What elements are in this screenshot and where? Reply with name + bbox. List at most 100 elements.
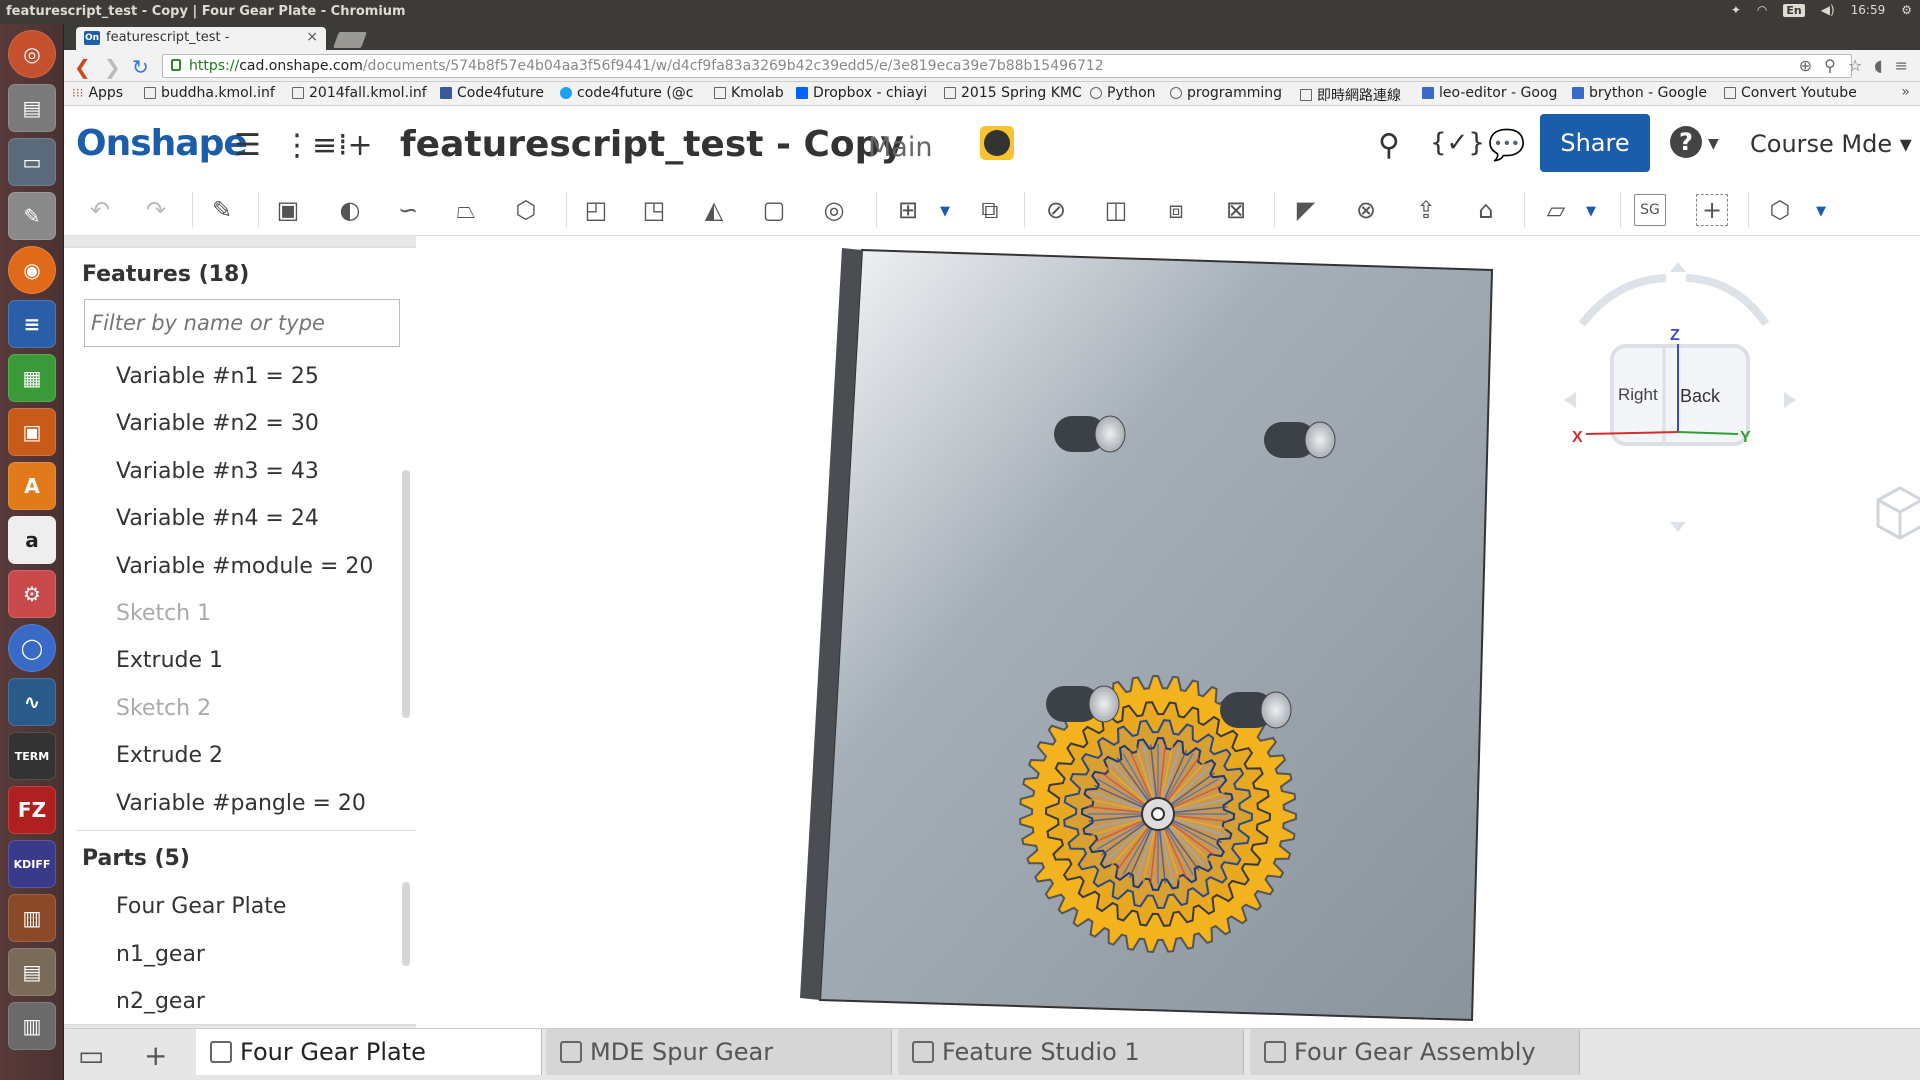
feature-item[interactable]: Variable #pangle = 20 — [116, 791, 366, 816]
bookmark-apps[interactable]: ⁝⁝⁝ Apps — [72, 85, 123, 101]
shell-icon[interactable]: ▢ — [758, 194, 790, 226]
menu-icon[interactable]: ≡ — [1895, 56, 1908, 75]
help-caret-icon[interactable]: ▼ — [1708, 136, 1719, 152]
power-gear-icon[interactable]: ⚙ — [1901, 3, 1912, 17]
dropbox-icon[interactable]: ✦ — [1731, 3, 1741, 17]
hamburger-menu-icon[interactable]: ☰ — [234, 128, 261, 163]
part-item[interactable]: n1_gear — [116, 942, 205, 967]
document-tab[interactable]: MDE Spur Gear — [546, 1029, 892, 1075]
feature-item[interactable]: Variable #n2 = 30 — [116, 411, 319, 436]
trash-icon[interactable]: ▥ — [8, 1002, 56, 1050]
view-caret-icon[interactable]: ▼ — [1816, 204, 1826, 219]
thicken-icon[interactable]: ⬡ — [510, 194, 542, 226]
tab-manager-icon[interactable]: ▭ — [78, 1039, 104, 1072]
reload-icon[interactable]: ↻ — [132, 55, 149, 79]
filter-input[interactable] — [84, 299, 400, 347]
bookmark-item[interactable]: Convert Youtube — [1724, 85, 1857, 101]
features-scrollbar[interactable] — [402, 470, 410, 718]
peg[interactable] — [1046, 685, 1120, 723]
feature-item[interactable]: Variable #n4 = 24 — [116, 506, 319, 531]
transform-icon[interactable]: ⧈ — [1160, 194, 1192, 226]
bookmark-item[interactable]: 2014fall.kmol.inf — [292, 85, 427, 101]
rotate-left-arrow-icon[interactable] — [1578, 274, 1667, 327]
sg-feature-button[interactable]: SG — [1634, 194, 1666, 226]
public-globe-icon[interactable] — [980, 126, 1014, 160]
sketch-icon[interactable]: ✎ — [206, 194, 238, 226]
share-button[interactable]: Share — [1540, 114, 1650, 172]
help-icon[interactable]: ? — [1670, 126, 1702, 158]
add-custom-feature-icon[interactable]: + — [1696, 194, 1728, 226]
new-tab-button[interactable] — [333, 32, 367, 48]
insert-icon[interactable]: ⁞+ — [338, 128, 373, 163]
bookmark-item[interactable]: Python — [1090, 85, 1156, 101]
move-face-icon[interactable]: ⇪ — [1410, 194, 1442, 226]
chamfer-icon[interactable]: ◳ — [638, 194, 670, 226]
bookmark-item[interactable]: leo-editor - Goog — [1422, 85, 1557, 101]
redo-icon[interactable]: ↷ — [140, 194, 172, 226]
comments-icon[interactable]: 💬 — [1488, 128, 1525, 163]
software-center-icon[interactable]: A — [8, 462, 56, 510]
document-tab[interactable]: Four Gear Assembly — [1250, 1029, 1580, 1075]
extrude-icon[interactable]: ▣ — [272, 194, 304, 226]
clock[interactable]: 16:59 — [1851, 3, 1886, 17]
split-icon[interactable]: ◫ — [1100, 194, 1132, 226]
bookmark-item[interactable]: programming — [1170, 85, 1282, 101]
boolean-icon[interactable]: ⊘ — [1040, 194, 1072, 226]
plane-caret-icon[interactable]: ▼ — [1586, 204, 1596, 219]
bookmark-item[interactable]: Dropbox - chiayi — [796, 85, 927, 101]
feature-item[interactable]: Extrude 1 — [116, 648, 223, 673]
firefox-icon[interactable]: ◉ — [8, 246, 56, 294]
graphics-viewport[interactable]: Right Back Z X Y — [416, 236, 1920, 1028]
close-tab-icon[interactable]: × — [306, 29, 318, 45]
delete-face-icon[interactable]: ⊗ — [1350, 194, 1382, 226]
feature-item[interactable]: Variable #n3 = 43 — [116, 459, 319, 484]
replace-face-icon[interactable]: ⌂ — [1470, 194, 1502, 226]
part-item[interactable]: n2_gear — [116, 989, 205, 1014]
peg[interactable] — [1054, 415, 1126, 453]
chromium-icon[interactable]: ◯ — [8, 624, 56, 672]
app2-icon[interactable]: ▤ — [8, 948, 56, 996]
forward-icon[interactable]: ❯ — [104, 55, 121, 79]
feature-item[interactable]: Sketch 1 — [116, 601, 211, 626]
plane-icon[interactable]: ▱ — [1540, 194, 1572, 226]
modify-fillet-icon[interactable]: ◤ — [1290, 194, 1322, 226]
down-arrow-icon[interactable] — [1670, 522, 1686, 532]
up-arrow-icon[interactable] — [1670, 262, 1686, 272]
draft-icon[interactable]: ◭ — [698, 194, 730, 226]
wifi-icon[interactable]: ◠ — [1757, 3, 1767, 17]
text-editor-icon[interactable]: ✎ — [8, 192, 56, 240]
bookmark-item[interactable]: buddha.kmol.inf — [144, 85, 275, 101]
view-cube-back-face[interactable]: Back — [1680, 386, 1721, 406]
url-field[interactable]: https://cad.onshape.com/documents/574b8f… — [162, 54, 1852, 78]
peg[interactable] — [1220, 691, 1292, 729]
parts-scrollbar[interactable] — [402, 882, 410, 966]
writer-icon[interactable]: ≡ — [8, 300, 56, 348]
bookmark-item[interactable]: 即時網路連線 — [1300, 85, 1401, 105]
keyboard-layout-indicator[interactable]: En — [1783, 3, 1805, 17]
view-cube-right-face[interactable]: Right — [1618, 385, 1658, 404]
computer-icon[interactable]: ▭ — [8, 138, 56, 186]
undo-icon[interactable]: ↶ — [84, 194, 116, 226]
volume-icon[interactable]: ◀) — [1821, 3, 1835, 17]
left-arrow-icon[interactable] — [1564, 392, 1576, 408]
terminal-icon[interactable]: TERM — [8, 732, 56, 780]
model-view[interactable]: Right Back Z X Y — [416, 236, 1920, 1028]
view-cube[interactable]: Right Back Z X Y — [1564, 262, 1796, 532]
kdiff-icon[interactable]: KDIFF — [8, 840, 56, 888]
back-icon[interactable]: ❮ — [74, 55, 91, 79]
document-tab[interactable]: Feature Studio 1 — [898, 1029, 1244, 1075]
amazon-icon[interactable]: a — [8, 516, 56, 564]
feature-item[interactable]: Variable #module = 20 — [116, 554, 373, 579]
fillet-icon[interactable]: ◰ — [580, 194, 612, 226]
calc-icon[interactable]: ▦ — [8, 354, 56, 402]
rotate-right-arrow-icon[interactable] — [1685, 274, 1770, 327]
featurescript-icon[interactable]: {✓} — [1430, 128, 1485, 158]
bookmark-item[interactable]: code4future (@c — [560, 85, 694, 101]
revolve-icon[interactable]: ◐ — [334, 194, 366, 226]
monitor-icon[interactable]: ∿ — [8, 678, 56, 726]
zoom-icon[interactable]: ⊕ — [1799, 56, 1812, 75]
settings-icon[interactable]: ⚙ — [8, 570, 56, 618]
view-cube-toggle-icon[interactable]: ⬡ — [1764, 194, 1796, 226]
feature-item[interactable]: Extrude 2 — [116, 743, 223, 768]
pattern-caret-icon[interactable]: ▼ — [940, 204, 950, 219]
